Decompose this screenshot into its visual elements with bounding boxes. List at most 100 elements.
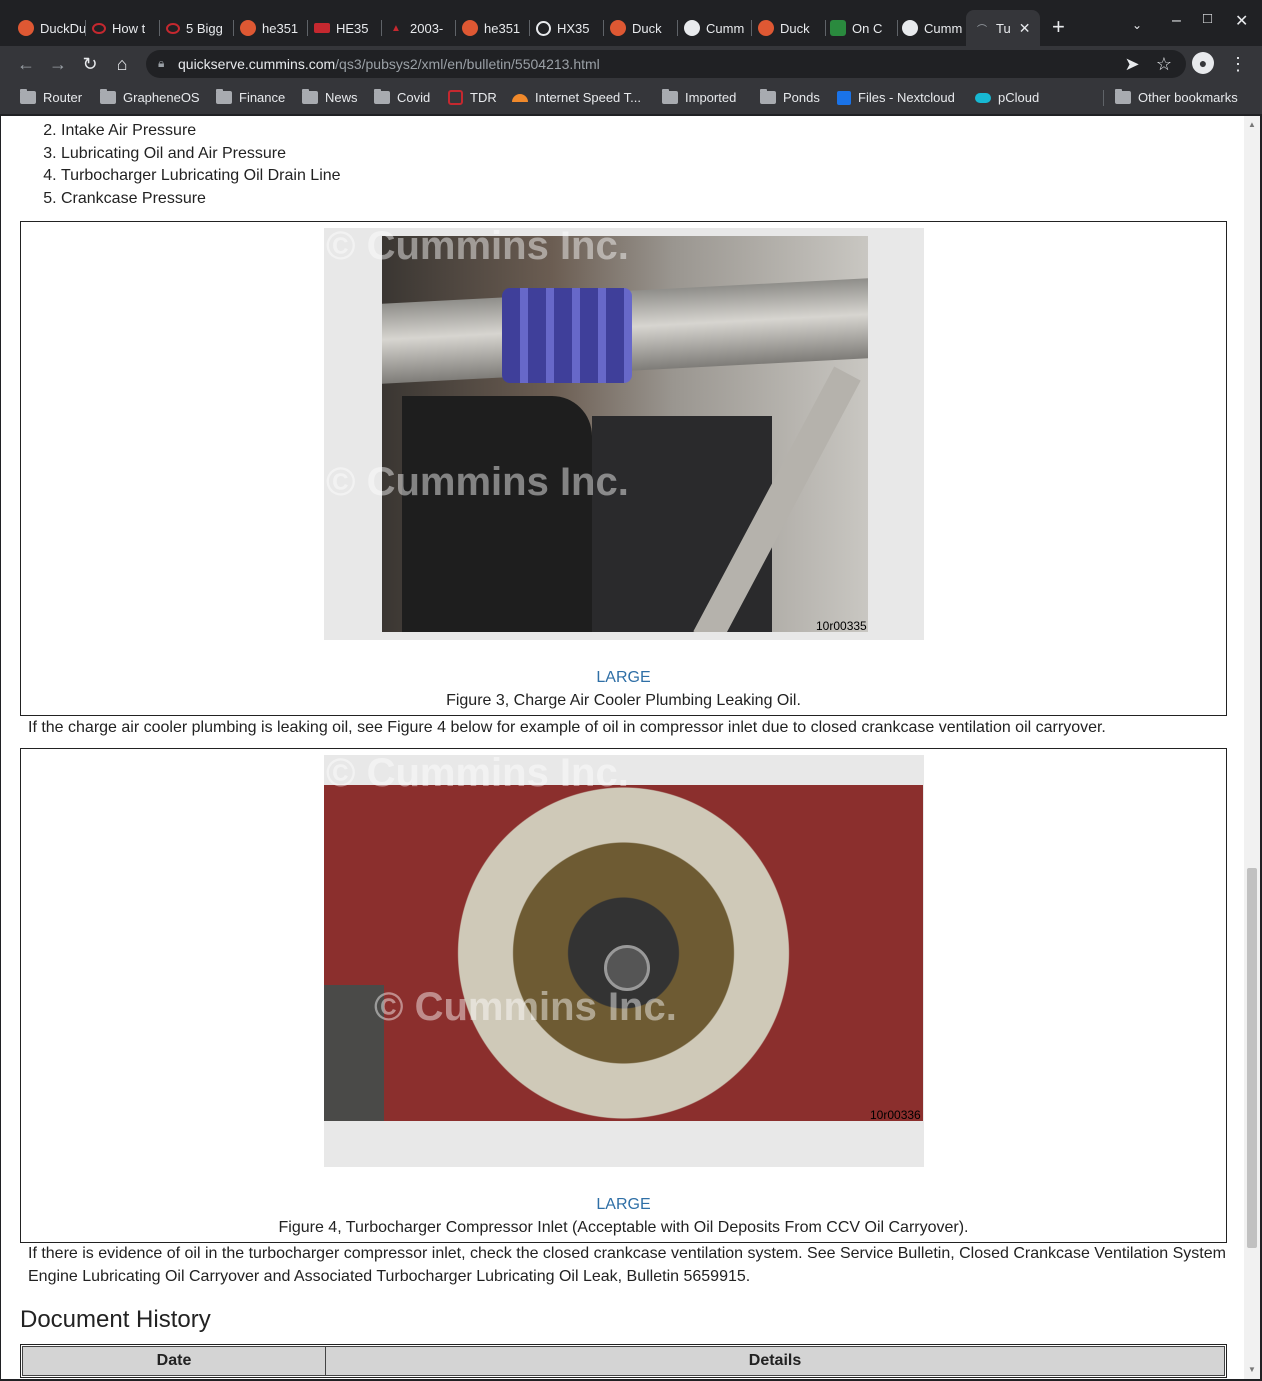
minimize-icon[interactable]: – [1172, 12, 1181, 30]
duckduckgo-icon [240, 20, 256, 36]
list-item: Crankcase Pressure [61, 188, 341, 211]
shop-logo-icon [314, 23, 330, 33]
tab[interactable]: he351 [236, 14, 308, 42]
duckduckgo-icon [462, 20, 478, 36]
profile-icon[interactable]: ● [1192, 52, 1214, 74]
vertical-scrollbar[interactable]: ▲ ▼ [1244, 116, 1260, 1379]
document-history-heading: Document History [20, 1306, 211, 1333]
new-tab-button[interactable]: + [1052, 16, 1065, 38]
globe-icon [902, 20, 918, 36]
bank-logo-icon [92, 22, 106, 34]
tab[interactable]: HE35 [310, 14, 382, 42]
list-item: Lubricating Oil and Air Pressure [61, 143, 341, 166]
tab-search-icon[interactable]: ⌄ [1132, 18, 1142, 32]
figure-3-large-link[interactable]: LARGE [21, 669, 1226, 687]
bookmark-finance[interactable]: Finance [216, 89, 285, 105]
address-bar[interactable]: 🔒︎ quickserve.cummins.com/qs3/pubsys2/xm… [146, 50, 1186, 78]
tab[interactable]: How t [88, 14, 160, 42]
bookmark-other[interactable]: Other bookmarks [1115, 89, 1238, 105]
tab[interactable]: DuckDuckGo [14, 14, 86, 42]
folder-icon [374, 89, 390, 104]
document-history-table: Date Details [20, 1344, 1227, 1378]
figure-4: © Cummins Inc. © Cummins Inc. 10r00336 L… [20, 748, 1227, 1243]
globe-icon [684, 20, 700, 36]
tdr-icon [448, 90, 463, 105]
tab-strip: DuckDuckGo How t 5 Bigg he351 HE35 ▲2003… [0, 0, 1262, 46]
figure-4-image[interactable]: © Cummins Inc. © Cummins Inc. 10r00336 [324, 751, 924, 1167]
reload-icon[interactable]: ↻ [78, 52, 102, 76]
toolbar: ← → ↻ ⌂ 🔒︎ quickserve.cummins.com/qs3/pu… [0, 46, 1262, 82]
bookmark-internet-speed-test[interactable]: Internet Speed T... [512, 90, 641, 105]
figure-3-image[interactable]: © Cummins Inc. © Cummins Inc. 10r00335 [324, 224, 924, 640]
tab[interactable]: ▲ 2003- [384, 14, 456, 42]
send-icon[interactable]: ➤ [1120, 52, 1144, 76]
figure-3-photo [382, 236, 868, 632]
scroll-up-icon[interactable]: ▲ [1248, 120, 1256, 129]
close-window-icon[interactable]: ✕ [1235, 11, 1248, 31]
bookmark-tdr[interactable]: TDR [448, 90, 497, 105]
menu-icon[interactable]: ⋮ [1226, 52, 1250, 76]
list-item: Turbocharger Lubricating Oil Drain Line [61, 165, 341, 188]
folder-icon [662, 89, 678, 104]
tab[interactable]: Duck [606, 14, 678, 42]
page-icon: ⌒ [977, 24, 987, 36]
watermark: © Cummins Inc. [326, 751, 629, 795]
figure-3-id: 10r00335 [816, 619, 867, 633]
figure-4-large-link[interactable]: LARGE [21, 1196, 1226, 1214]
forum-logo-icon: ▲ [391, 22, 401, 34]
tab[interactable]: Cumm [680, 14, 752, 42]
tab[interactable]: Duck [754, 14, 826, 42]
folder-icon [216, 89, 232, 104]
url-text: quickserve.cummins.com/qs3/pubsys2/xml/e… [178, 56, 600, 72]
watermark: © Cummins Inc. [326, 460, 629, 504]
tab[interactable]: HX35 [532, 14, 604, 42]
back-icon[interactable]: ← [14, 52, 38, 76]
pcloud-icon [975, 92, 991, 103]
tab[interactable]: On C [826, 14, 898, 42]
bookmark-news[interactable]: News [302, 89, 358, 105]
tab[interactable]: 5 Bigg [162, 14, 234, 42]
bookmark-ponds[interactable]: Ponds [760, 89, 820, 105]
column-header-details: Details [325, 1346, 1225, 1376]
bookmark-grapheneos[interactable]: GrapheneOS [100, 89, 200, 105]
url-host: quickserve.cummins.com [178, 56, 336, 72]
paragraph-compressor-inlet: If there is evidence of oil in the turbo… [28, 1245, 1226, 1285]
bookmark-nextcloud[interactable]: Files - Nextcloud [837, 90, 955, 105]
close-tab-icon[interactable]: ✕ [1019, 20, 1031, 37]
bookmark-imported[interactable]: Imported [662, 89, 736, 105]
folder-icon [20, 89, 36, 104]
duckduckgo-icon [18, 20, 34, 36]
lock-icon: 🔒︎ [158, 56, 165, 70]
watermark: © Cummins Inc. [326, 224, 629, 268]
duckduckgo-icon [758, 20, 774, 36]
figure-4-caption: Figure 4, Turbocharger Compressor Inlet … [278, 1219, 969, 1236]
maximize-icon[interactable]: □ [1203, 10, 1212, 27]
figure-4-id: 10r00336 [870, 1108, 921, 1122]
forward-icon[interactable]: → [46, 52, 70, 76]
folder-icon [302, 89, 318, 104]
bookmark-separator [1103, 90, 1104, 106]
bookmark-router[interactable]: Router [20, 89, 82, 105]
figure-3-caption: Figure 3, Charge Air Cooler Plumbing Lea… [446, 692, 801, 709]
tab-active[interactable]: ⌒ Tu ✕ [966, 10, 1040, 46]
nextcloud-icon [837, 90, 851, 105]
bank-logo-icon [166, 22, 180, 34]
site-logo-icon [830, 20, 846, 36]
tab[interactable]: Cumm [898, 14, 968, 42]
url-path: /qs3/pubsys2/xml/en/bulletin/5504213.htm… [335, 56, 600, 72]
bookmark-pcloud[interactable]: pCloud [975, 90, 1039, 105]
column-header-date: Date [22, 1346, 326, 1376]
duckduckgo-icon [610, 20, 626, 36]
watermark: © Cummins Inc. [374, 985, 677, 1029]
home-icon[interactable]: ⌂ [110, 52, 134, 76]
star-icon[interactable]: ☆ [1152, 52, 1176, 76]
scroll-down-icon[interactable]: ▼ [1248, 1365, 1256, 1374]
tab[interactable]: he351 [458, 14, 530, 42]
bookmark-covid[interactable]: Covid [374, 89, 430, 105]
check-steps-list: Intake Air Pressure Lubricating Oil and … [19, 120, 341, 210]
figure-3: © Cummins Inc. © Cummins Inc. 10r00335 L… [20, 221, 1227, 716]
scrollbar-thumb[interactable] [1247, 868, 1257, 1248]
bookmarks-bar: Router GrapheneOS Finance News Covid TDR… [0, 82, 1262, 115]
paragraph-charge-air-cooler: If the charge air cooler plumbing is lea… [28, 719, 1106, 736]
folder-icon [1115, 89, 1131, 104]
